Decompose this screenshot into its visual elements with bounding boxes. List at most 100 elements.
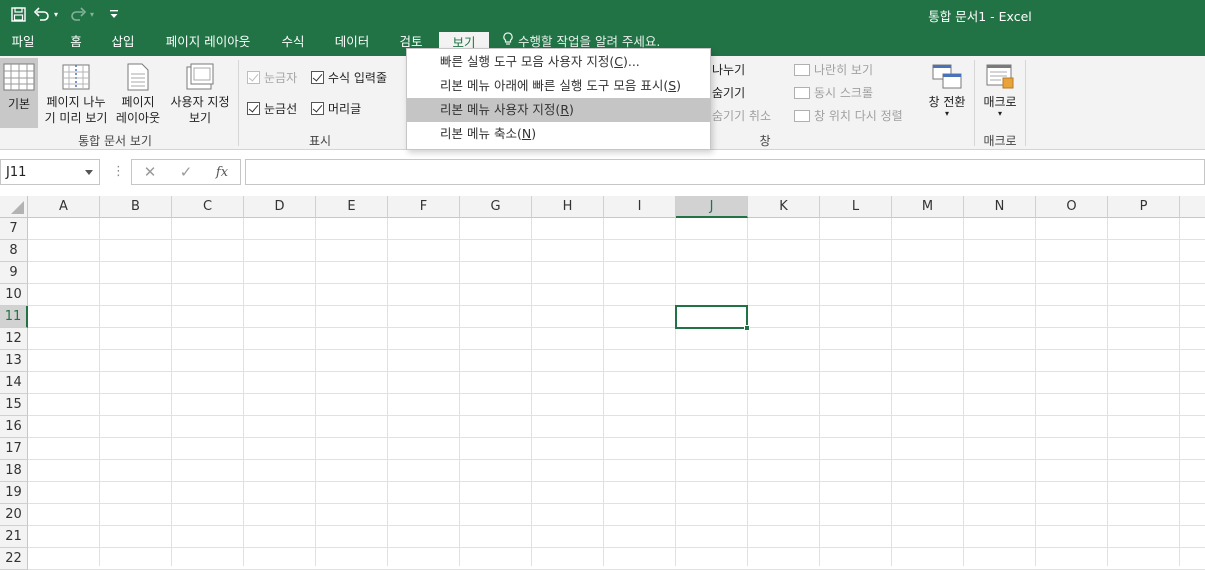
view-side-by-side-button[interactable]: 나란히 보기 [794, 61, 873, 78]
synchronous-scrolling-button[interactable]: 동시 스크롤 [794, 84, 873, 101]
formula-buttons: ✕ ✓ fx [131, 159, 241, 185]
column-gridline [891, 218, 892, 566]
tab-page-layout[interactable]: 페이지 레이아웃 [154, 28, 262, 56]
ruler-checkbox[interactable]: 눈금자 [247, 69, 297, 86]
gridlines-checkbox[interactable]: 눈금선 [247, 100, 297, 117]
menu-item-customize-ribbon[interactable]: 리본 메뉴 사용자 지정(R) [407, 98, 710, 122]
enter-icon[interactable]: ✓ [171, 163, 201, 181]
tab-file[interactable]: 파일 [0, 28, 46, 56]
column-header-h[interactable]: H [532, 196, 604, 218]
row-header-19[interactable]: 19 [0, 482, 28, 504]
tab-data[interactable]: 데이터 [326, 28, 378, 56]
undo-dropdown-icon[interactable]: ▾ [54, 10, 66, 19]
column-header-a[interactable]: A [28, 196, 100, 218]
name-box-value: J11 [6, 165, 27, 180]
worksheet-grid: ABCDEFGHIJKLMNOP 7 8 9 10 11 12 13 14 15 16 17 18 19… [0, 196, 1205, 570]
column-gridline [1179, 218, 1180, 566]
row-header-20[interactable]: 20 [0, 504, 28, 526]
group-separator [1025, 60, 1026, 146]
column-header-c[interactable]: C [172, 196, 244, 218]
customize-icon[interactable] [102, 3, 126, 25]
row-gridline [28, 481, 1205, 482]
row-header-15[interactable]: 15 [0, 394, 28, 416]
tab-home[interactable]: 홈 [56, 28, 96, 56]
page-layout-label-2: 레이아웃 [115, 111, 161, 125]
menu-item-customize-qat[interactable]: 빠른 실행 도구 모음 사용자 지정(C)... [407, 50, 710, 74]
formula-input[interactable] [245, 159, 1205, 185]
column-header-f[interactable]: F [388, 196, 460, 218]
page-break-preview-button[interactable]: 페이지 나누 기 미리 보기 [41, 58, 111, 128]
row-header-17[interactable]: 17 [0, 438, 28, 460]
menu-item-show-qat-below[interactable]: 리본 메뉴 아래에 빠른 실행 도구 모음 표시(S) [407, 74, 710, 98]
cancel-icon[interactable]: ✕ [135, 163, 165, 181]
row-header-14[interactable]: 14 [0, 372, 28, 394]
insert-function-icon[interactable]: fx [207, 165, 237, 180]
column-header-m[interactable]: M [892, 196, 964, 218]
access-key: C [614, 54, 623, 69]
column-header-d[interactable]: D [244, 196, 316, 218]
hide-button[interactable]: 숨기기 [712, 84, 745, 101]
row-header-13[interactable]: 13 [0, 350, 28, 372]
column-header-p[interactable]: P [1108, 196, 1180, 218]
column-header-i[interactable]: I [604, 196, 676, 218]
tab-formulas[interactable]: 수식 [270, 28, 316, 56]
unhide-button[interactable]: 숨기기 취소 [712, 107, 771, 124]
redo-icon[interactable] [66, 3, 90, 25]
row-header-10[interactable]: 10 [0, 284, 28, 306]
column-header-b[interactable]: B [100, 196, 172, 218]
column-header-e[interactable]: E [316, 196, 388, 218]
page-layout-view-button[interactable]: 페이지 레이아웃 [113, 58, 163, 128]
column-header-g[interactable]: G [460, 196, 532, 218]
row-header-9[interactable]: 9 [0, 262, 28, 284]
ruler-label: 눈금자 [264, 71, 298, 85]
custom-views-button[interactable]: 사용자 지정 보기 [165, 58, 235, 128]
column-header-k[interactable]: K [748, 196, 820, 218]
row-header-8[interactable]: 8 [0, 240, 28, 262]
column-header-overflow [1180, 196, 1205, 218]
active-cell[interactable] [675, 305, 750, 331]
menu-text: 빠른 실행 도구 모음 사용자 지정( [440, 54, 615, 69]
row-header-12[interactable]: 12 [0, 328, 28, 350]
macros-button[interactable]: 매크로 ▾ [977, 58, 1023, 128]
row-header-16[interactable]: 16 [0, 416, 28, 438]
menu-suffix: ) [676, 78, 682, 93]
row-gridline [28, 437, 1205, 438]
row-header-11[interactable]: 11 [0, 306, 28, 328]
reset-window-position-button[interactable]: 창 위치 다시 정렬 [794, 107, 903, 124]
column-header-l[interactable]: L [820, 196, 892, 218]
column-header-n[interactable]: N [964, 196, 1036, 218]
name-box[interactable]: J11 [0, 159, 100, 185]
name-box-dropdown-icon[interactable] [85, 170, 93, 175]
tab-insert[interactable]: 삽입 [100, 28, 146, 56]
quick-access-toolbar: ▾ ▾ [6, 2, 126, 26]
page-break-preview-label-2: 기 미리 보기 [44, 111, 108, 125]
row-header-22[interactable]: 22 [0, 548, 28, 570]
column-gridline [459, 218, 460, 566]
formula-bar-resize-icon[interactable]: ⋮ [112, 164, 125, 179]
redo-dropdown-icon[interactable]: ▾ [90, 10, 102, 19]
headings-checkbox[interactable]: 머리글 [311, 100, 361, 117]
column-gridline [675, 218, 676, 566]
split-button[interactable]: 나누기 [712, 61, 745, 78]
column-header-j[interactable]: J [676, 196, 748, 218]
normal-view-icon [3, 63, 35, 91]
normal-view-button[interactable]: 기본 [0, 58, 38, 128]
row-header-7[interactable]: 7 [0, 218, 28, 240]
page-break-preview-label-1: 페이지 나누 [46, 95, 106, 109]
save-icon[interactable] [6, 3, 30, 25]
row-header-18[interactable]: 18 [0, 460, 28, 482]
formula-bar-checkbox[interactable]: 수식 입력줄 [311, 69, 387, 86]
column-gridline [171, 218, 172, 566]
macros-group-label: 매크로 [983, 134, 1017, 148]
fill-handle[interactable] [744, 325, 750, 331]
gridlines-checkbox-box [247, 102, 260, 115]
menu-item-collapse-ribbon[interactable]: 리본 메뉴 축소(N) [407, 122, 710, 146]
undo-icon[interactable] [30, 3, 54, 25]
side-by-side-icon [794, 63, 810, 76]
select-all-button[interactable] [0, 196, 28, 218]
column-header-o[interactable]: O [1036, 196, 1108, 218]
row-header-21[interactable]: 21 [0, 526, 28, 548]
switch-windows-button[interactable]: 창 전환 ▾ [922, 58, 972, 128]
reset-position-label: 창 위치 다시 정렬 [814, 109, 903, 123]
title-bar: ▾ ▾ 통합 문서1 - Excel [0, 0, 1205, 28]
